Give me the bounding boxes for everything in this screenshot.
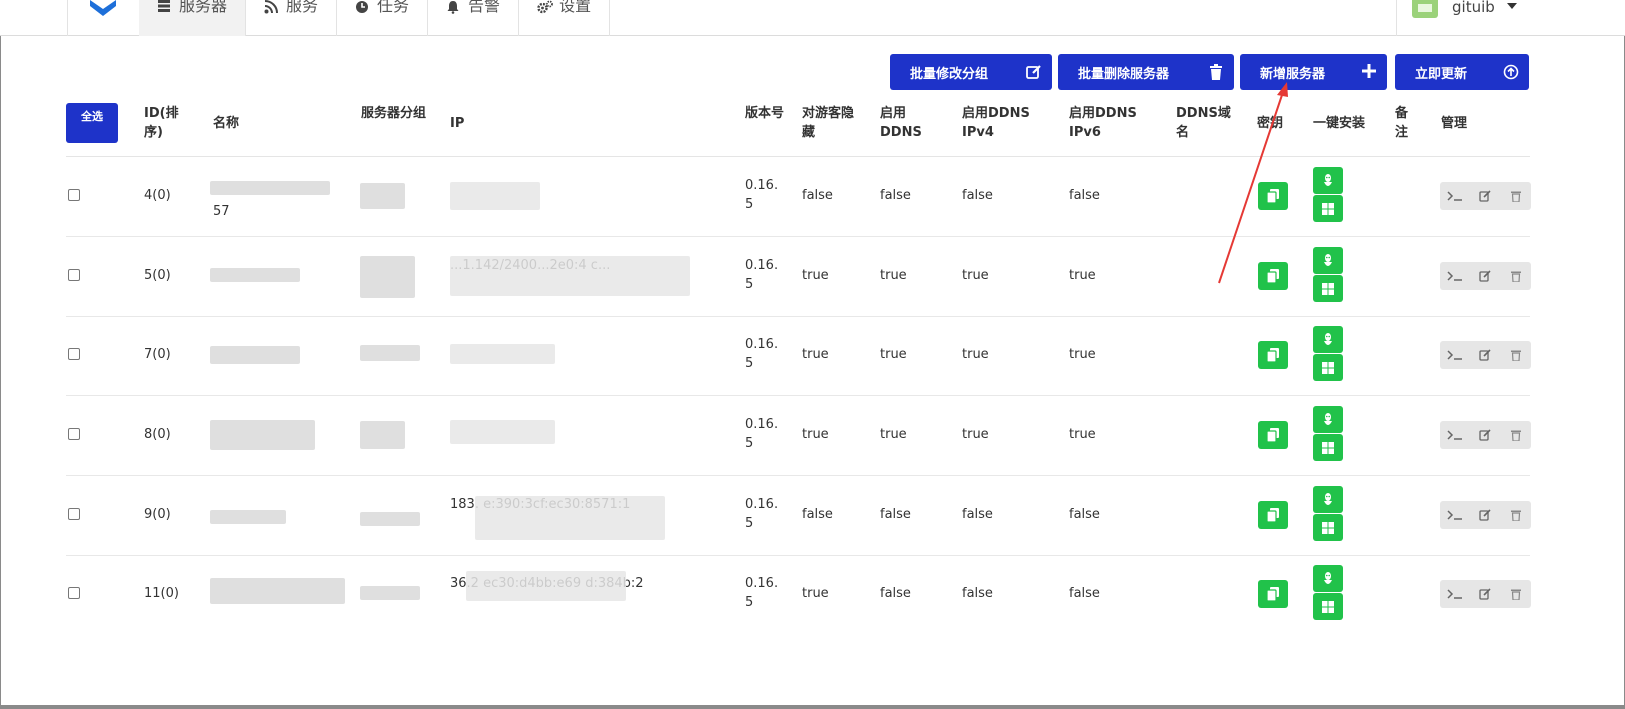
annotation-arrow	[1218, 82, 1288, 284]
